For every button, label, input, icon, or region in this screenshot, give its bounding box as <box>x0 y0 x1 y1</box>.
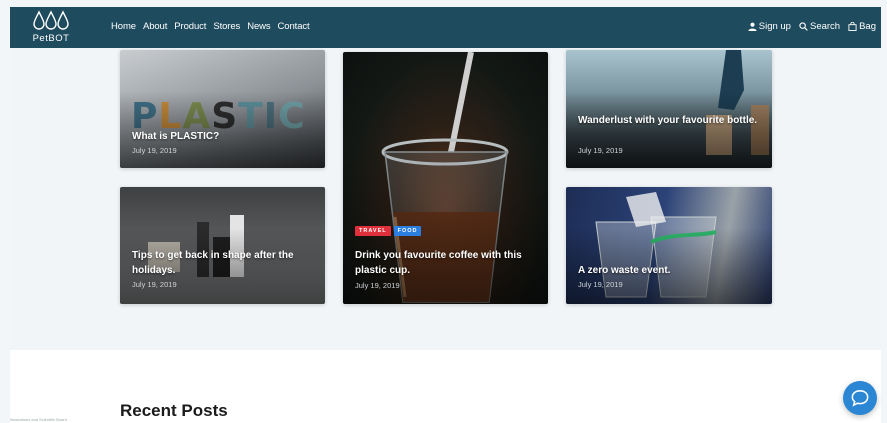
droplet-icon <box>33 10 69 30</box>
card-date: July 19, 2019 <box>132 280 177 289</box>
navbar: PetBOT Home About Product Stores News Co… <box>10 7 881 48</box>
bag-button[interactable]: Bag <box>848 21 876 32</box>
bag-icon <box>848 22 857 31</box>
search-label: Search <box>809 21 841 32</box>
featured-card[interactable]: TRAVEL FOOD Drink you favourite coffee w… <box>343 52 548 304</box>
header-actions: Sign up Search Bag <box>748 21 876 32</box>
tag-travel[interactable]: TRAVEL <box>355 226 391 236</box>
card-title[interactable]: Drink you favourite coffee with this pla… <box>355 248 536 278</box>
menu-item-contact[interactable]: Contact <box>278 21 310 32</box>
menu-item-home[interactable]: Home <box>111 21 136 32</box>
menu-item-about[interactable]: About <box>143 21 167 32</box>
card-date: July 19, 2019 <box>132 146 177 155</box>
card-date: July 19, 2019 <box>578 280 623 289</box>
bag-label: Bag <box>859 21 876 32</box>
user-icon <box>748 22 757 31</box>
card-title[interactable]: Wanderlust with your favourite bottle. <box>578 113 760 128</box>
tag-food[interactable]: FOOD <box>393 226 422 236</box>
featured-card[interactable]: Tips to get back in shape after the holi… <box>120 187 325 304</box>
menu-item-product[interactable]: Product <box>174 21 206 32</box>
search-icon <box>799 22 808 31</box>
card-title[interactable]: What is PLASTIC? <box>132 129 313 144</box>
card-title[interactable]: A zero waste event. <box>578 263 760 278</box>
chat-button[interactable] <box>843 381 877 415</box>
featured-card[interactable]: PLASTIC What is PLASTIC? July 19, 2019 <box>120 50 325 168</box>
card-tags: TRAVEL FOOD <box>355 226 422 236</box>
signup-button[interactable]: Sign up <box>748 21 791 32</box>
menu-item-news[interactable]: News <box>247 21 270 32</box>
card-title[interactable]: Tips to get back in shape after the holi… <box>132 248 313 278</box>
search-button[interactable]: Search <box>799 21 840 32</box>
signup-label: Sign up <box>758 21 791 32</box>
card-date: July 19, 2019 <box>355 281 400 290</box>
menu-item-stores[interactable]: Stores <box>213 21 240 32</box>
brand-logo[interactable]: PetBOT <box>30 10 72 46</box>
section-title: Recent Posts <box>120 401 228 420</box>
chat-icon <box>851 390 869 407</box>
credit-text: Illustrations and Scientific Board <box>10 417 67 422</box>
featured-card[interactable]: Wanderlust with your favourite bottle. J… <box>566 50 772 168</box>
brand-name: PetBOT <box>32 33 70 44</box>
card-date: July 19, 2019 <box>578 146 623 155</box>
featured-card[interactable]: A zero waste event. July 19, 2019 <box>566 187 772 304</box>
main-menu: Home About Product Stores News Contact <box>111 21 310 32</box>
